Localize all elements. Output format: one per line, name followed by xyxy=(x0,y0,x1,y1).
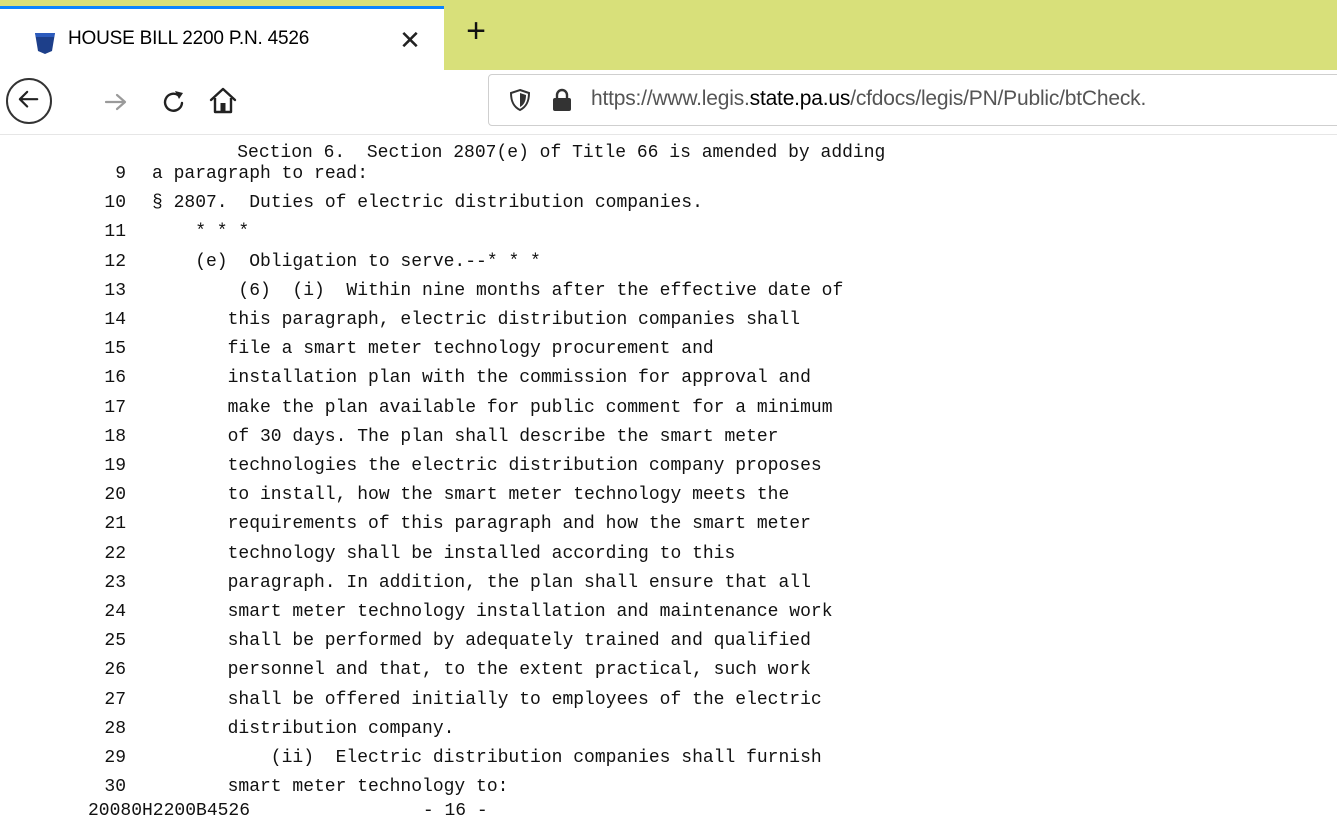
line-number: 23 xyxy=(104,572,126,593)
bill-text-document: Section 6. Section 2807(e) of Title 66 i… xyxy=(0,134,1337,825)
tracking-protection-shield-icon[interactable] xyxy=(509,88,531,112)
navigation-toolbar: https://www.legis.state.pa.us/cfdocs/leg… xyxy=(0,70,1337,135)
bill-line: 16 installation plan with the commission … xyxy=(0,367,1337,389)
bill-line: 9 a paragraph to read: xyxy=(0,163,1337,185)
bill-line: 27 shall be offered initially to employee… xyxy=(0,689,1337,711)
line-number: 30 xyxy=(104,777,126,798)
line-number: 25 xyxy=(104,631,126,652)
line-text: of 30 days. The plan shall describe the … xyxy=(227,426,779,447)
bill-id: 20080H2200B4526 xyxy=(88,801,251,821)
line-number: 12 xyxy=(104,251,126,272)
line-number: 26 xyxy=(104,660,126,681)
line-text: this paragraph, electric distribution co… xyxy=(227,310,801,330)
line-text: a paragraph to read: xyxy=(152,164,369,184)
reload-icon[interactable] xyxy=(158,86,190,118)
line-number: 21 xyxy=(104,514,126,535)
line-number: 13 xyxy=(104,280,126,301)
line-text: personnel and that, to the extent practi… xyxy=(227,660,811,681)
bill-line: 28 distribution company. xyxy=(0,718,1337,740)
bill-line: 12 (e) Obligation to serve.--* * * xyxy=(0,251,1337,273)
line-number: 16 xyxy=(104,368,126,389)
line-number: 17 xyxy=(104,397,126,418)
partial-top-line-text: Section 6. Section 2807(e) of Title 66 i… xyxy=(237,143,886,163)
line-text: shall be performed by adequately trained… xyxy=(227,631,811,652)
forward-arrow-icon[interactable] xyxy=(100,86,132,118)
home-icon[interactable] xyxy=(206,84,240,118)
line-number: 15 xyxy=(104,339,126,360)
url-text[interactable]: https://www.legis.state.pa.us/cfdocs/leg… xyxy=(591,87,1146,111)
line-number: 24 xyxy=(104,602,126,622)
line-text: (6) (i) Within nine months after the eff… xyxy=(238,280,844,301)
line-text: distribution company. xyxy=(227,718,455,739)
line-number: 14 xyxy=(104,310,126,330)
line-text: § 2807. Duties of electric distribution … xyxy=(152,193,703,214)
line-number: 27 xyxy=(104,689,126,710)
partial-top-line: Section 6. Section 2807(e) of Title 66 i… xyxy=(194,134,885,163)
bill-line: 17 make the plan available for public com… xyxy=(0,397,1337,419)
line-number: 10 xyxy=(104,193,126,214)
line-text: smart meter technology installation and … xyxy=(227,602,833,622)
bill-line: 23 paragraph. In addition, the plan shall… xyxy=(0,572,1337,594)
line-text: shall be offered initially to employees … xyxy=(227,689,822,710)
bill-line: 14 this paragraph, electric distribution … xyxy=(0,309,1337,331)
bill-line: 13 (6) (i) Within nine months after the e… xyxy=(0,280,1337,302)
line-text: technologies the electric distribution c… xyxy=(227,456,822,476)
line-text: smart meter technology to: xyxy=(227,777,509,798)
bill-line: 20 to install, how the smart meter techno… xyxy=(0,484,1337,506)
bill-line: 22 technology shall be installed accordin… xyxy=(0,543,1337,565)
url-prefix: https://www.legis. xyxy=(591,87,750,110)
line-number: 18 xyxy=(104,426,126,447)
page-footer: 20080H2200B4526 - 16 - xyxy=(88,800,488,822)
line-number: 11 xyxy=(104,222,126,243)
url-domain: state.pa.us xyxy=(749,87,851,110)
line-text: requirements of this paragraph and how t… xyxy=(227,514,811,535)
line-number: 22 xyxy=(104,543,126,564)
line-text: technology shall be installed according … xyxy=(227,543,736,564)
bill-line: 10 § 2807. Duties of electric distributio… xyxy=(0,192,1337,214)
address-bar[interactable]: https://www.legis.state.pa.us/cfdocs/leg… xyxy=(488,74,1337,126)
new-tab-button[interactable]: + xyxy=(458,14,494,52)
line-text: paragraph. In addition, the plan shall e… xyxy=(227,572,811,593)
bill-line: 25 shall be performed by adequately train… xyxy=(0,630,1337,652)
tab-strip: HOUSE BILL 2200 P.N. 4526 ✕ + xyxy=(0,0,1337,70)
line-number: 28 xyxy=(104,718,126,739)
line-text: (ii) Electric distribution companies sha… xyxy=(270,748,822,768)
bill-line: 19 technologies the electric distribution… xyxy=(0,455,1337,477)
line-text: make the plan available for public comme… xyxy=(227,397,833,418)
bill-line: 11 * * * xyxy=(0,221,1337,243)
line-number: 9 xyxy=(115,164,126,184)
bill-line: 26 personnel and that, to the extent prac… xyxy=(0,659,1337,681)
page-number: - 16 - xyxy=(422,801,488,821)
bill-line: 21 requirements of this paragraph and how… xyxy=(0,513,1337,535)
line-number: 19 xyxy=(104,456,126,476)
line-number: 20 xyxy=(104,485,126,506)
line-number: 29 xyxy=(104,748,126,768)
url-path: /cfdocs/legis/PN/Public/btCheck. xyxy=(850,87,1147,110)
active-tab[interactable]: HOUSE BILL 2200 P.N. 4526 ✕ xyxy=(0,6,444,70)
line-text: * * * xyxy=(195,222,250,243)
line-text: to install, how the smart meter technolo… xyxy=(227,485,790,506)
tab-title: HOUSE BILL 2200 P.N. 4526 xyxy=(68,28,310,49)
line-text: (e) Obligation to serve.--* * * xyxy=(195,251,541,272)
close-tab-icon[interactable]: ✕ xyxy=(392,23,428,59)
line-text: installation plan with the commission fo… xyxy=(227,368,811,389)
bill-line: 24 smart meter technology installation an… xyxy=(0,601,1337,623)
keystone-favicon-icon xyxy=(35,33,55,54)
back-arrow-icon[interactable] xyxy=(6,78,52,124)
bill-line: 30 smart meter technology to: xyxy=(0,776,1337,798)
line-text: file a smart meter technology procuremen… xyxy=(227,339,714,360)
lock-icon[interactable] xyxy=(551,87,573,113)
bill-line: 18 of 30 days. The plan shall describe th… xyxy=(0,426,1337,448)
bill-line: 15 file a smart meter technology procurem… xyxy=(0,338,1337,360)
bill-line: 29 (ii) Electric distribution companies s… xyxy=(0,747,1337,769)
